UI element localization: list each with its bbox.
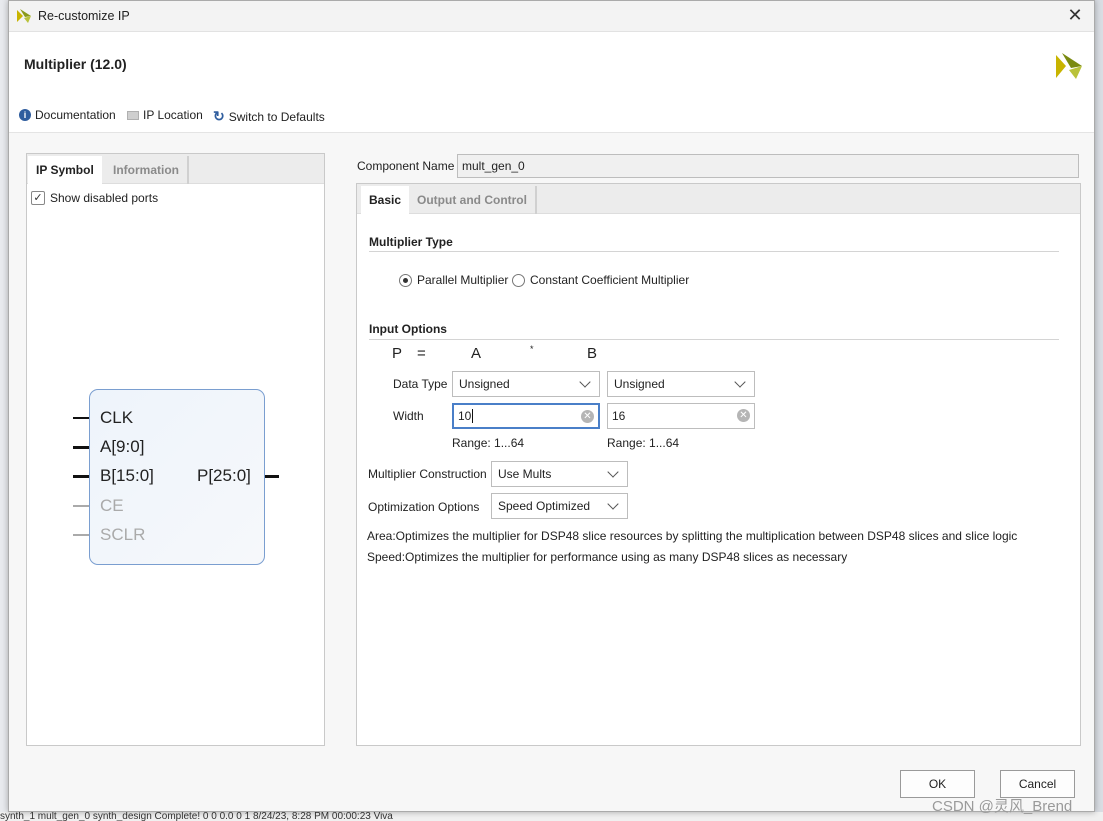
equation-a: A	[471, 345, 482, 362]
data-type-a-select[interactable]: Unsigned	[452, 371, 600, 397]
tab-ip-symbol[interactable]: IP Symbol	[28, 156, 102, 184]
title-bar: Re-customize IP ✕	[9, 1, 1094, 32]
window-title: Re-customize IP	[38, 9, 130, 23]
port-p: P[25:0]	[197, 466, 251, 485]
equation-p: P	[392, 345, 403, 362]
checkbox-checked-icon: ✓	[31, 191, 45, 205]
equation-b: B	[587, 345, 598, 362]
refresh-icon: ↻	[213, 108, 225, 124]
background-window-edge	[0, 0, 8, 821]
width-a-input[interactable]: 10 ✕	[452, 403, 600, 429]
xilinx-logo	[1056, 53, 1082, 79]
port-a: A[9:0]	[100, 437, 145, 456]
radio-selected-icon	[399, 273, 412, 287]
port-sclr: SCLR	[100, 525, 146, 544]
chevron-down-icon	[607, 498, 619, 510]
p-pin	[265, 475, 279, 478]
watermark: CSDN @灵风_Brend	[932, 798, 1073, 815]
multiplier-construction-select[interactable]: Use Mults	[491, 461, 628, 487]
multiplier-type-heading: Multiplier Type	[369, 235, 453, 249]
divider	[369, 339, 1059, 340]
sclr-pin	[73, 534, 89, 536]
xilinx-logo-icon	[17, 9, 31, 23]
chevron-down-icon	[734, 376, 746, 388]
folder-icon	[127, 110, 139, 120]
range-b-label: Range: 1...64	[607, 436, 680, 450]
documentation-button[interactable]: i Documentation	[19, 108, 116, 122]
show-disabled-ports-checkbox[interactable]: ✓ Show disabled ports	[31, 191, 158, 205]
area-description: Area:Optimizes the multiplier for DSP48 …	[367, 529, 1018, 543]
right-tab-row: Basic Output and Control	[357, 184, 1080, 214]
ce-pin	[73, 505, 89, 507]
ip-title: Multiplier (12.0)	[24, 56, 127, 72]
chevron-down-icon	[607, 466, 619, 478]
show-disabled-ports-label: Show disabled ports	[50, 191, 159, 205]
parallel-multiplier-label: Parallel Multiplier	[417, 273, 509, 287]
width-label: Width	[393, 409, 424, 423]
switch-to-defaults-button[interactable]: ↻ Switch to Defaults	[213, 108, 325, 125]
input-options-heading: Input Options	[369, 322, 447, 336]
dialog-header: Multiplier (12.0) i Documentation IP Loc…	[9, 32, 1094, 133]
a-pin	[73, 446, 89, 449]
ip-location-label: IP Location	[143, 108, 203, 122]
data-type-b-select[interactable]: Unsigned	[607, 371, 755, 397]
component-name-input[interactable]: mult_gen_0	[457, 154, 1079, 178]
width-a-value: 10	[458, 409, 472, 423]
configuration-panel: Basic Output and Control Multiplier Type…	[356, 183, 1081, 746]
data-type-a-value: Unsigned	[459, 377, 510, 391]
speed-description: Speed:Optimizes the multiplier for perfo…	[367, 550, 848, 564]
b-pin	[73, 475, 89, 478]
ip-location-button[interactable]: IP Location	[127, 108, 203, 122]
ip-symbol-panel: IP Symbol Information ✓ Show disabled po…	[26, 153, 325, 746]
tab-output-and-control[interactable]: Output and Control	[409, 186, 537, 214]
range-a-label: Range: 1...64	[452, 436, 525, 450]
text-cursor	[472, 409, 474, 423]
multiplier-construction-value: Use Mults	[498, 467, 552, 481]
port-b: B[15:0]	[100, 466, 154, 485]
ok-button[interactable]: OK	[900, 770, 975, 798]
port-ce: CE	[100, 496, 124, 515]
tab-basic[interactable]: Basic	[361, 186, 410, 214]
left-tab-row: IP Symbol Information	[27, 154, 324, 184]
info-icon: i	[19, 109, 31, 121]
recustomize-ip-dialog: Re-customize IP ✕ Multiplier (12.0) i Do…	[8, 0, 1095, 815]
cancel-button[interactable]: Cancel	[1000, 770, 1075, 798]
multiplier-construction-label: Multiplier Construction	[368, 467, 487, 481]
switch-to-defaults-label: Switch to Defaults	[228, 109, 325, 124]
port-clk: CLK	[100, 408, 134, 427]
width-b-value: 16	[612, 409, 626, 423]
close-icon[interactable]: ✕	[1064, 5, 1086, 26]
data-type-b-value: Unsigned	[614, 377, 665, 391]
radio-parallel-multiplier[interactable]: Parallel Multiplier	[399, 273, 508, 287]
width-b-input[interactable]: 16 ✕	[607, 403, 755, 429]
optimization-options-select[interactable]: Speed Optimized	[491, 493, 628, 519]
clear-icon[interactable]: ✕	[581, 410, 594, 423]
equation-equals: =	[417, 345, 426, 362]
data-type-label: Data Type	[393, 377, 448, 391]
optimization-options-value: Speed Optimized	[498, 499, 591, 513]
optimization-options-label: Optimization Options	[368, 500, 480, 514]
clear-icon[interactable]: ✕	[737, 409, 750, 422]
clk-pin	[73, 417, 89, 419]
divider	[369, 251, 1059, 252]
chevron-down-icon	[579, 376, 591, 388]
tab-information[interactable]: Information	[105, 156, 189, 184]
radio-unselected-icon	[512, 273, 525, 287]
constant-coefficient-label: Constant Coefficient Multiplier	[530, 273, 690, 287]
equation-multiply: *	[530, 344, 534, 354]
documentation-label: Documentation	[35, 108, 116, 122]
radio-constant-coefficient-multiplier[interactable]: Constant Coefficient Multiplier	[512, 273, 689, 287]
component-name-label: Component Name	[357, 159, 455, 173]
